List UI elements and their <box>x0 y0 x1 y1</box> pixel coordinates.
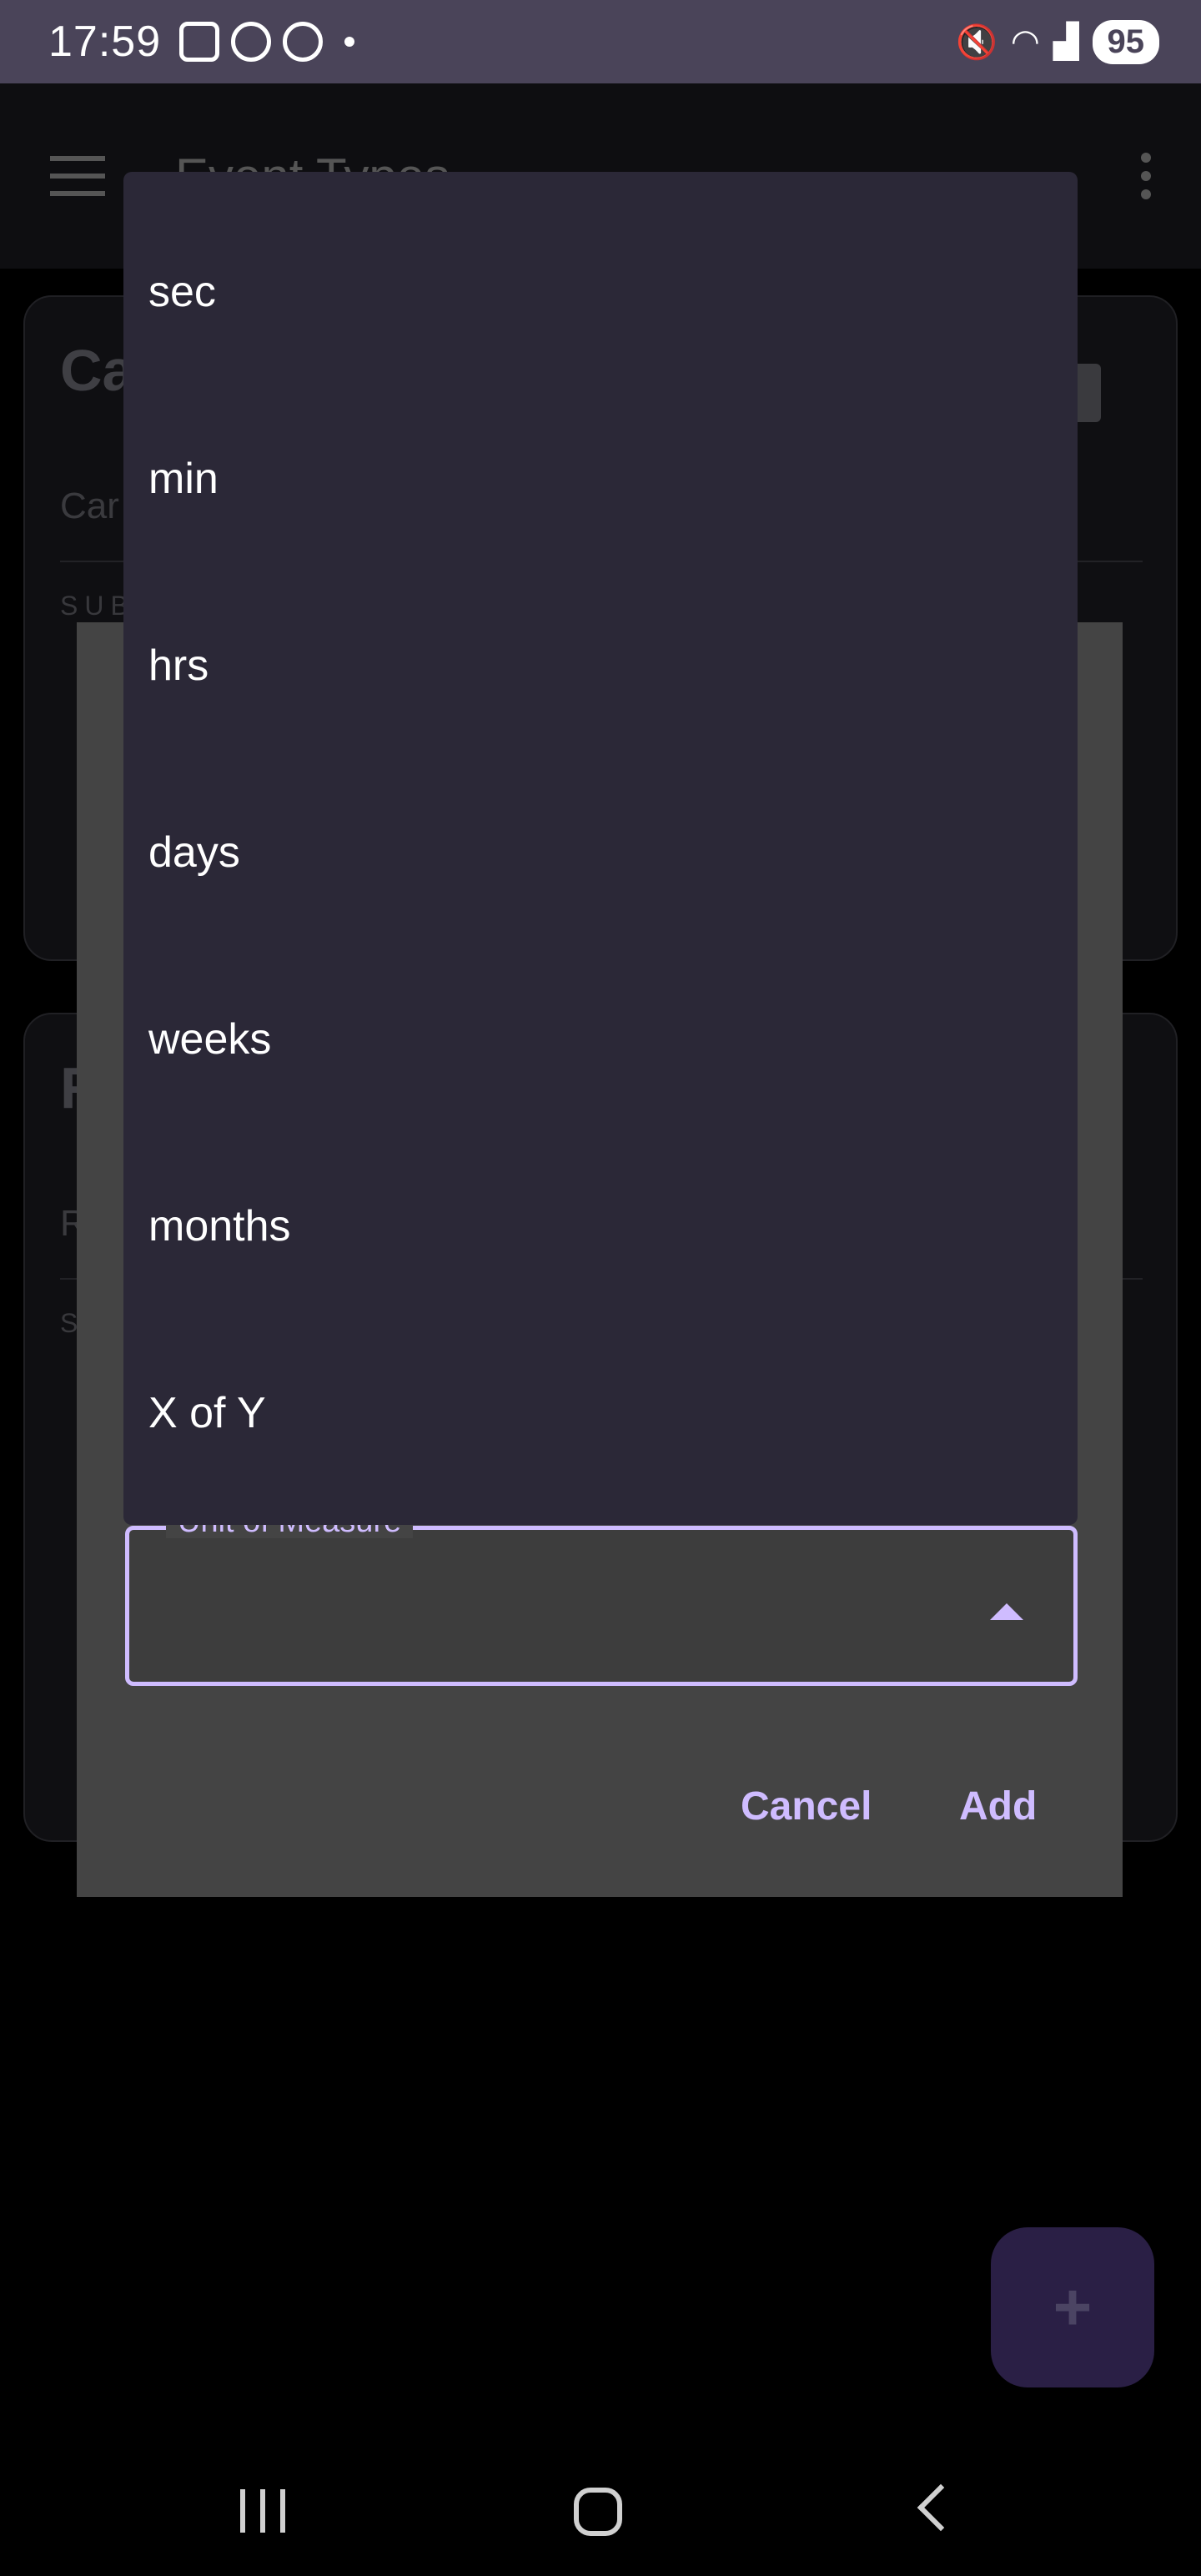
system-nav-bar <box>0 2453 1201 2576</box>
menu-item-weeks[interactable]: weeks <box>123 946 1078 1133</box>
add-button[interactable]: Add <box>959 1784 1037 1829</box>
card-subtitle: Car <box>60 486 119 526</box>
menu-item-hrs[interactable]: hrs <box>123 572 1078 759</box>
status-right-icons: 🔇 ◠ ▟ 95 <box>956 19 1159 64</box>
unit-dropdown-menu: sec min hrs days weeks months X of Y <box>123 172 1078 1525</box>
dropdown-arrow-up-icon[interactable] <box>990 1603 1023 1620</box>
add-fab-button[interactable]: + <box>991 2227 1154 2387</box>
back-icon[interactable] <box>917 2483 965 2532</box>
plus-icon: + <box>1053 2270 1093 2344</box>
screenshot-icon <box>179 22 220 62</box>
signal-icon: ▟ <box>1053 23 1079 60</box>
overflow-menu-icon[interactable] <box>1141 153 1151 199</box>
battery-saver-icon <box>283 22 324 62</box>
wifi-icon: ◠ <box>1010 23 1040 60</box>
recents-icon[interactable] <box>240 2489 285 2533</box>
menu-item-days[interactable]: days <box>123 759 1078 946</box>
status-time: 17:59 <box>48 18 162 66</box>
cancel-button[interactable]: Cancel <box>741 1784 872 1829</box>
home-icon[interactable] <box>574 2488 622 2536</box>
notification-dot-icon <box>344 37 355 47</box>
menu-item-months[interactable]: months <box>123 1133 1078 1320</box>
target-icon <box>231 22 272 62</box>
unit-of-measure-select[interactable]: Unit of Measure <box>125 1505 1078 1686</box>
mute-icon: 🔇 <box>956 23 997 61</box>
battery-indicator: 95 <box>1092 19 1159 64</box>
menu-item-min[interactable]: min <box>123 385 1078 572</box>
menu-item-sec[interactable]: sec <box>123 199 1078 385</box>
hamburger-menu-icon[interactable] <box>50 156 105 196</box>
status-bar: 17:59 🔇 ◠ ▟ 95 <box>0 0 1201 83</box>
status-left-icons <box>179 22 355 62</box>
menu-item-x-of-y[interactable]: X of Y <box>123 1320 1078 1507</box>
